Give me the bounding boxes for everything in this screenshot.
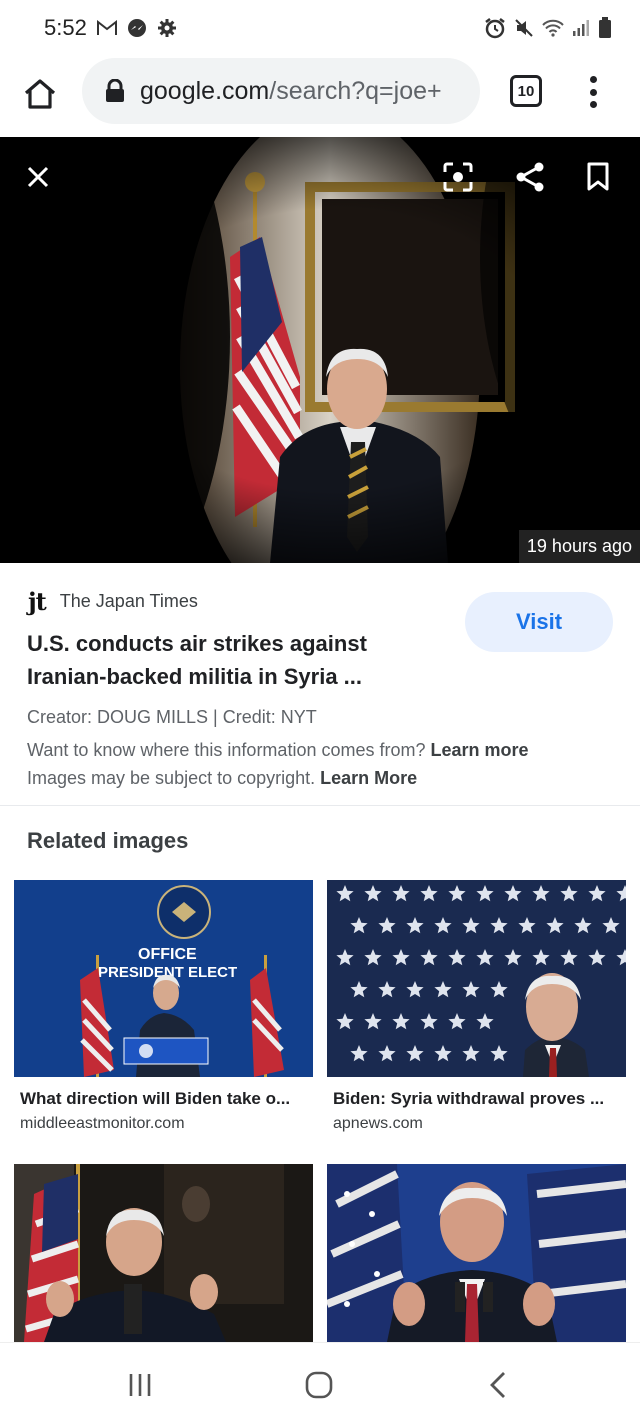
sign-text-office: OFFICE xyxy=(138,946,197,963)
info-note: Want to know where this information come… xyxy=(27,740,529,761)
messenger-icon xyxy=(127,18,147,38)
system-nav-bar xyxy=(0,1342,640,1422)
back-button[interactable] xyxy=(468,1363,528,1407)
browser-toolbar: google.com/search?q=joe+ 10 xyxy=(0,56,640,136)
status-time: 5:52 xyxy=(44,15,87,40)
divider xyxy=(0,805,640,806)
url-path: /search?q=joe+ xyxy=(269,76,442,105)
result-title[interactable]: U.S. conducts air strikes against Irania… xyxy=(27,627,447,693)
info-text: Want to know where this information come… xyxy=(27,740,426,760)
source-row[interactable]: jt The Japan Times xyxy=(28,587,198,616)
related-image-1-title[interactable]: What direction will Biden take o... xyxy=(20,1089,290,1109)
overflow-menu-button[interactable] xyxy=(580,72,606,112)
share-icon[interactable] xyxy=(512,159,548,195)
related-image-2[interactable] xyxy=(327,880,626,1077)
result-info: jt The Japan Times U.S. conducts air str… xyxy=(0,563,640,806)
home-button[interactable] xyxy=(18,72,62,116)
url-bar[interactable]: google.com/search?q=joe+ xyxy=(82,58,480,124)
main-image[interactable] xyxy=(0,137,640,563)
image-viewer: 19 hours ago xyxy=(0,137,640,563)
home-icon xyxy=(24,79,56,109)
copyright-learn-more-link[interactable]: Learn More xyxy=(320,768,417,788)
home-nav-button[interactable] xyxy=(289,1363,349,1407)
alarm-icon xyxy=(484,17,506,39)
related-image-4[interactable] xyxy=(327,1164,626,1342)
signal-icon xyxy=(572,19,590,37)
copyright-text: Images may be subject to copyright. xyxy=(27,768,316,788)
related-image-1-site: middleeastmonitor.com xyxy=(20,1115,185,1132)
bookmark-icon[interactable] xyxy=(582,159,614,195)
creator-credit: Creator: DOUG MILLS | Credit: NYT xyxy=(27,707,317,727)
menu-dot-icon xyxy=(589,88,597,96)
recent-apps-button[interactable] xyxy=(110,1363,170,1407)
related-images-heading: Related images xyxy=(27,828,189,853)
copyright-note: Images may be subject to copyright. Lear… xyxy=(27,768,417,789)
settings-gear-icon xyxy=(157,18,177,38)
screen: 5:52 google.com/search?q=joe+ 10 19 hour… xyxy=(0,0,640,1422)
result-title-line: U.S. conducts air strikes against xyxy=(27,631,367,656)
home-icon xyxy=(305,1371,333,1399)
menu-dot-icon xyxy=(589,101,597,108)
status-bar: 5:52 xyxy=(0,0,640,56)
back-icon xyxy=(490,1372,505,1398)
source-logo: jt xyxy=(28,587,47,616)
timestamp-badge: 19 hours ago xyxy=(518,530,640,563)
mute-icon xyxy=(514,18,534,38)
lock-icon xyxy=(106,79,124,102)
learn-more-link[interactable]: Learn more xyxy=(431,740,529,760)
gmail-icon xyxy=(96,20,117,36)
url-domain: google.com xyxy=(140,76,270,105)
source-name: The Japan Times xyxy=(59,591,198,611)
result-title-line: Iranian-backed militia in Syria ... xyxy=(27,664,363,689)
battery-icon xyxy=(598,17,612,39)
related-image-3[interactable] xyxy=(14,1164,313,1342)
menu-dot-icon xyxy=(589,76,597,83)
related-image-1[interactable]: OFFICE PRESIDENT ELECT xyxy=(14,880,313,1077)
close-icon[interactable] xyxy=(22,161,54,193)
wifi-icon xyxy=(542,19,564,37)
related-image-2-site: apnews.com xyxy=(333,1115,423,1132)
visit-button[interactable]: Visit xyxy=(465,592,613,652)
lens-icon[interactable] xyxy=(440,159,476,195)
related-image-2-title[interactable]: Biden: Syria withdrawal proves ... xyxy=(333,1089,604,1109)
recent-apps-icon xyxy=(129,1374,151,1396)
url-text: google.com/search?q=joe+ xyxy=(140,77,442,106)
tab-switcher-button[interactable]: 10 xyxy=(510,75,542,107)
